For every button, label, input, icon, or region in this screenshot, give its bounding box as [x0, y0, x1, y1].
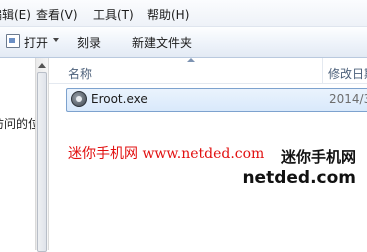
column-date-modified[interactable]: 修改日期: [328, 65, 367, 82]
column-name[interactable]: 名称: [68, 65, 92, 82]
nav-item-recent-places[interactable]: 访问的位: [0, 115, 35, 132]
watermark-logo-chinese: 迷你手机网: [280, 148, 356, 166]
navigation-pane[interactable]: 访问的位: [0, 58, 35, 250]
open-button[interactable]: 打开: [24, 34, 48, 51]
scrollbar-thumb[interactable]: [37, 72, 47, 252]
watermark-logo-domain: netded.com: [242, 168, 356, 188]
menu-help[interactable]: 帮助(H): [147, 6, 189, 23]
column-header: 名称 修改日期: [49, 58, 367, 84]
burn-button[interactable]: 刻录: [77, 34, 101, 51]
command-toolbar: 打开 刻录 新建文件夹: [0, 27, 367, 58]
exe-file-icon: [71, 91, 87, 107]
menu-tools[interactable]: 工具(T): [93, 6, 134, 23]
column-separator[interactable]: [322, 58, 323, 83]
sort-up-icon: [187, 58, 195, 62]
menu-edit[interactable]: 编辑(E): [0, 6, 31, 23]
menu-view[interactable]: 查看(V): [36, 6, 78, 23]
chevron-down-icon[interactable]: [53, 38, 59, 42]
file-name: Eroot.exe: [91, 92, 148, 106]
file-date: 2014/3: [329, 92, 367, 106]
menu-bar: 编辑(E) 查看(V) 工具(T) 帮助(H): [0, 0, 367, 27]
open-icon: [6, 34, 20, 48]
new-folder-button[interactable]: 新建文件夹: [132, 34, 192, 51]
nav-scrollbar[interactable]: [35, 58, 49, 252]
file-row[interactable]: Eroot.exe 2014/3: [66, 88, 367, 112]
scroll-up-arrow-icon[interactable]: [38, 63, 46, 68]
watermark-red-text: 迷你手机网 www.netded.com: [68, 146, 265, 162]
